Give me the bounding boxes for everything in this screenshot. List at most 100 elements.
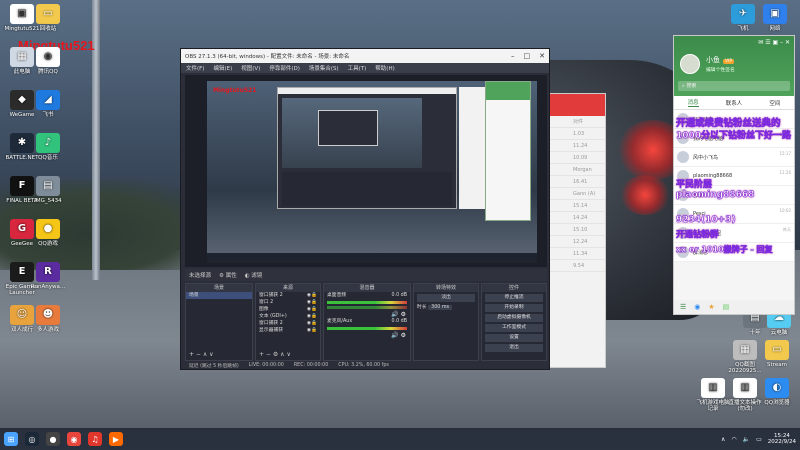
desktop-icon[interactable]: ▣ 网络 — [756, 4, 794, 32]
menu-item[interactable]: 场景集合(S) — [309, 64, 339, 72]
desktop-icon[interactable]: ▭ Stream — [758, 340, 796, 368]
system-clock[interactable]: 15:24 2022/9/24 — [768, 433, 796, 445]
menu-item[interactable]: 工具(T) — [348, 64, 367, 72]
app-icon: ☻ — [36, 305, 60, 325]
list-item[interactable]: Gann (A) — [549, 188, 605, 200]
mixer-dock[interactable]: 混音器 桌面音频 0.0 dB 🔊 ⚙ 麦克风/Aux 0.0 dB 🔊 ⚙ — [323, 283, 411, 361]
desktop-icon[interactable]: ▤ IMG_5434 — [26, 176, 70, 204]
desktop-icon[interactable]: ♪ QQ音乐 — [26, 133, 70, 161]
list-item[interactable]: 15.14 — [549, 200, 605, 212]
qq-game-icon[interactable]: ★ — [708, 303, 714, 311]
obs-preview[interactable]: Mingtutu521 — [185, 75, 547, 267]
list-item[interactable]: 10.09 — [549, 152, 605, 164]
list-item[interactable]: 14.24 — [549, 212, 605, 224]
netease-icon[interactable]: ♫ — [88, 432, 102, 446]
list-item[interactable]: 11.24 — [549, 140, 605, 152]
tab-messages[interactable]: 消息 — [687, 98, 699, 107]
control-button[interactable]: 退出 — [485, 344, 543, 352]
qq-avatar[interactable] — [680, 54, 700, 74]
list-item[interactable]: 12.24 — [549, 236, 605, 248]
list-item[interactable]: 9.54 — [549, 260, 605, 272]
minimize-icon[interactable]: – — [511, 52, 515, 60]
source-item[interactable]: 窗口捕获 2 ◉🔒 — [256, 292, 320, 299]
desktop-icon-label: 回收站 — [39, 26, 57, 32]
source-item[interactable]: 显示器捕获 ◉🔒 — [256, 327, 320, 334]
transitions-dock[interactable]: 转场特效 淡出 时长 300 ms — [413, 283, 479, 361]
menu-item[interactable]: 文件(F) — [186, 64, 204, 72]
source-item[interactable]: 窗口 2 ◉🔒 — [256, 299, 320, 306]
chrome-icon[interactable]: ◉ — [67, 432, 81, 446]
volume-icon[interactable]: 🔈 — [743, 436, 750, 443]
list-item[interactable]: 对件 — [549, 116, 605, 128]
scene-controls[interactable]: + − ∧ ∨ — [189, 351, 214, 358]
source-item[interactable]: 图像 ◉🔒 — [256, 306, 320, 313]
obs-window[interactable]: OBS 27.1.3 (64-bit, windows) - 配置文件: 未命名… — [180, 48, 550, 370]
list-item[interactable]: 15.10 — [549, 224, 605, 236]
maximize-icon[interactable]: □ — [524, 52, 531, 60]
control-button[interactable]: 停止推流 — [485, 294, 543, 302]
background-app-window[interactable]: 对件 1.03 11.24 10.09 Morgan 16.41 Gann (A) 15.14… — [548, 93, 606, 368]
qq-main-panel[interactable]: ✉ ☰ ▣ – ✕ 小鱼 VIP 编辑个性签名 ⌕ 搜索 消息 联系人 空间 好友… — [673, 35, 795, 315]
control-button[interactable]: 设置 — [485, 334, 543, 342]
desktop-audio-meter-2 — [327, 306, 407, 309]
tencent-video-icon[interactable]: ▶ — [109, 432, 123, 446]
list-item[interactable]: Morgan — [549, 164, 605, 176]
eye-icon[interactable]: ◉🔒 — [307, 306, 317, 313]
filters-button[interactable]: ◐ 滤镜 — [245, 271, 263, 279]
qq-menu-icon[interactable]: ☰ — [680, 303, 686, 311]
obs-titlebar[interactable]: OBS 27.1.3 (64-bit, windows) - 配置文件: 未命名… — [181, 49, 549, 63]
eye-icon[interactable]: ◉🔒 — [307, 320, 317, 327]
steam-icon[interactable]: ◎ — [25, 432, 39, 446]
control-button[interactable]: 工作室模式 — [485, 324, 543, 332]
desktop-icon[interactable]: ☻ 多人游戏 — [26, 305, 70, 333]
transition-select[interactable]: 淡出 — [417, 294, 475, 302]
control-button[interactable]: 开始录制 — [485, 304, 543, 312]
transition-duration[interactable]: 时长 300 ms — [414, 304, 478, 311]
eye-icon[interactable]: ◉🔒 — [307, 313, 317, 320]
tab-space[interactable]: 空间 — [769, 99, 780, 107]
eye-icon[interactable]: ◉🔒 — [307, 292, 317, 299]
source-controls[interactable]: + − ⚙ ∧ ∨ — [259, 351, 291, 358]
wifi-icon[interactable]: ◠ — [731, 436, 736, 443]
desktop-icon[interactable]: ● QQ游戏 — [26, 219, 70, 247]
desktop-icon[interactable]: ◢ 飞书 — [26, 90, 70, 118]
eye-icon[interactable]: ◉🔒 — [307, 299, 317, 306]
qq-window-controls[interactable]: ✉ ☰ ▣ – ✕ — [758, 39, 790, 46]
desktop-icon[interactable]: ▭ 回收站 — [26, 4, 70, 32]
scene-item[interactable]: 场景 — [186, 292, 252, 299]
menu-item[interactable]: 帮助(H) — [375, 64, 394, 72]
list-item[interactable]: 1.03 — [549, 128, 605, 140]
menu-item[interactable]: 视图(V) — [241, 64, 260, 72]
desktop-icon[interactable]: R RunAnywa... — [26, 262, 70, 290]
source-item[interactable]: 文本 (GDI+) ◉🔒 — [256, 313, 320, 320]
tray-arrow-icon[interactable]: ∧ — [721, 436, 725, 443]
source-item[interactable]: 窗口捕获 2 ◉🔒 — [256, 320, 320, 327]
menu-item[interactable]: 编辑(E) — [213, 64, 232, 72]
list-item[interactable]: 风中小飞鸟 15:17 — [674, 148, 794, 167]
battery-icon[interactable]: ▭ — [756, 436, 762, 443]
qq-file-icon[interactable]: ▤ — [723, 303, 730, 311]
qq-signature[interactable]: 编辑个性签名 — [706, 66, 735, 73]
app-icon: ◢ — [36, 90, 60, 110]
start-icon[interactable]: ⊞ — [4, 432, 18, 446]
source-label: 显示器捕获 — [259, 328, 283, 333]
tab-contacts[interactable]: 联系人 — [726, 99, 743, 107]
desktop-icon[interactable]: ◉ 腾讯QQ — [26, 47, 70, 75]
scenes-dock[interactable]: 场景 场景 + − ∧ ∨ — [185, 283, 253, 361]
desktop-icon[interactable]: ◐ QQ浏览器 — [758, 378, 796, 406]
qq-search-input[interactable]: ⌕ 搜索 — [678, 81, 790, 91]
close-icon[interactable]: ✕ — [539, 52, 545, 60]
mic-volume-icon[interactable]: 🔊 ⚙ — [324, 332, 410, 339]
properties-button[interactable]: ⚙ 属性 — [219, 271, 237, 279]
list-item[interactable]: 11.34 — [549, 248, 605, 260]
eye-icon[interactable]: ◉🔒 — [307, 327, 317, 334]
menu-item[interactable]: 停靠部件(D) — [269, 64, 300, 72]
sources-dock[interactable]: 来源 窗口捕获 2 ◉🔒 窗口 2 ◉🔒 图像 ◉🔒 文本 (GDI+) ◉🔒 窗口捕获… — [255, 283, 321, 361]
control-button[interactable]: 启动虚拟摄像机 — [485, 314, 543, 322]
qq-app-icon[interactable]: ◉ — [694, 303, 700, 311]
controls-dock[interactable]: 控件 停止推流 开始录制 启动虚拟摄像机 工作室模式 设置 退出 — [481, 283, 547, 361]
list-item[interactable]: 16.41 — [549, 176, 605, 188]
qq-username[interactable]: 小鱼 VIP — [706, 55, 735, 65]
obs-icon[interactable]: ● — [46, 432, 60, 446]
desktop-volume-icon[interactable]: 🔊 ⚙ — [324, 311, 410, 318]
